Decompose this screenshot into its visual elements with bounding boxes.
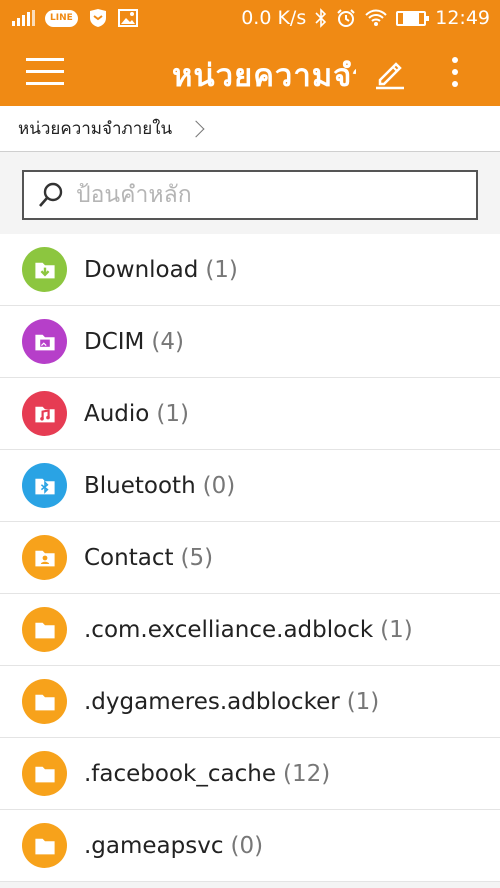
folder-name: .facebook_cache xyxy=(84,760,276,787)
contact-folder-icon xyxy=(22,535,67,580)
wifi-icon xyxy=(365,9,387,27)
folder-item-count: (1) xyxy=(380,616,413,643)
folder-item-count: (5) xyxy=(180,544,214,571)
folder-item-count: (1) xyxy=(346,688,380,715)
pencil-icon[interactable] xyxy=(372,54,408,90)
folder-label: .facebook_cache (12) xyxy=(84,761,330,787)
folder-row[interactable]: .com.excelliance.adblock (1) xyxy=(0,594,500,666)
search-input[interactable] xyxy=(76,182,476,208)
folder-row[interactable]: Download (1) xyxy=(0,234,500,306)
folder-label: Bluetooth (0) xyxy=(84,473,235,499)
folder-row[interactable]: .facebook_cache (12) xyxy=(0,738,500,810)
download-folder-icon xyxy=(22,247,67,292)
folder-name: .com.excelliance.adblock xyxy=(84,616,374,643)
folder-item-count: (0) xyxy=(202,472,236,499)
folder-item-count: (0) xyxy=(230,832,264,859)
chevron-right-icon xyxy=(187,120,205,137)
status-bar: LINE 0.0 K/s 12:49 xyxy=(0,0,500,36)
folder-item-count: (12) xyxy=(282,760,331,787)
folder-row[interactable]: .gameapsvc (0) xyxy=(0,810,500,882)
page-title: หน่วยความจำ xyxy=(172,58,356,94)
folder-icon xyxy=(22,823,67,868)
folder-icon xyxy=(22,607,67,652)
folder-name: .gameapsvc xyxy=(84,832,224,859)
clock: 12:49 xyxy=(435,7,490,29)
folder-icon xyxy=(22,679,67,724)
folder-item-count: (1) xyxy=(205,256,238,283)
search-area xyxy=(0,152,500,234)
folder-row[interactable]: .dygameres.adblocker (1) xyxy=(0,666,500,738)
line-app-icon: LINE xyxy=(45,9,78,27)
folder-label: .gameapsvc (0) xyxy=(84,833,263,859)
folder-name: Download xyxy=(84,256,199,283)
folder-item-count: (4) xyxy=(151,328,184,355)
search-box[interactable] xyxy=(22,170,478,220)
breadcrumb-internal-storage[interactable]: หน่วยความจำภายใน xyxy=(18,115,172,142)
app-bar: หน่วยความจำ xyxy=(0,36,500,106)
alarm-icon xyxy=(336,8,356,28)
folder-row[interactable]: DCIM (4) xyxy=(0,306,500,378)
bluetooth-folder-icon xyxy=(22,463,67,508)
folder-label: .com.excelliance.adblock (1) xyxy=(84,617,413,643)
folder-label: Contact (5) xyxy=(84,545,213,571)
image-folder-icon xyxy=(22,319,67,364)
folder-row[interactable]: Bluetooth (0) xyxy=(0,450,500,522)
breadcrumb: หน่วยความจำภายใน xyxy=(0,106,500,152)
gallery-icon xyxy=(117,9,138,27)
file-manager-screen: LINE 0.0 K/s 12:49 หน่วยความจำ หน่วยความ… xyxy=(0,0,500,888)
battery-icon xyxy=(396,10,430,26)
folder-label: Audio (1) xyxy=(84,401,189,427)
more-vertical-icon[interactable] xyxy=(438,52,472,92)
signal-icon xyxy=(12,10,35,26)
folder-list: Download (1) DCIM (4) Audio (1) Bluetooth (0) Co… xyxy=(0,234,500,882)
folder-item-count: (1) xyxy=(156,400,189,427)
folder-row[interactable]: Contact (5) xyxy=(0,522,500,594)
hamburger-menu-icon[interactable] xyxy=(0,36,90,106)
folder-name: Contact xyxy=(84,544,174,571)
folder-label: Download (1) xyxy=(84,257,238,283)
folder-label: DCIM (4) xyxy=(84,329,184,355)
folder-name: Audio xyxy=(84,400,150,427)
music-folder-icon xyxy=(22,391,67,436)
folder-row[interactable]: Audio (1) xyxy=(0,378,500,450)
search-icon xyxy=(39,182,63,207)
bluetooth-icon xyxy=(315,8,327,28)
network-speed: 0.0 K/s xyxy=(241,7,307,29)
folder-name: Bluetooth xyxy=(84,472,196,499)
folder-icon xyxy=(22,751,67,796)
folder-name: DCIM xyxy=(84,328,145,355)
shield-app-icon xyxy=(88,8,108,28)
folder-label: .dygameres.adblocker (1) xyxy=(84,689,379,715)
folder-name: .dygameres.adblocker xyxy=(84,688,340,715)
